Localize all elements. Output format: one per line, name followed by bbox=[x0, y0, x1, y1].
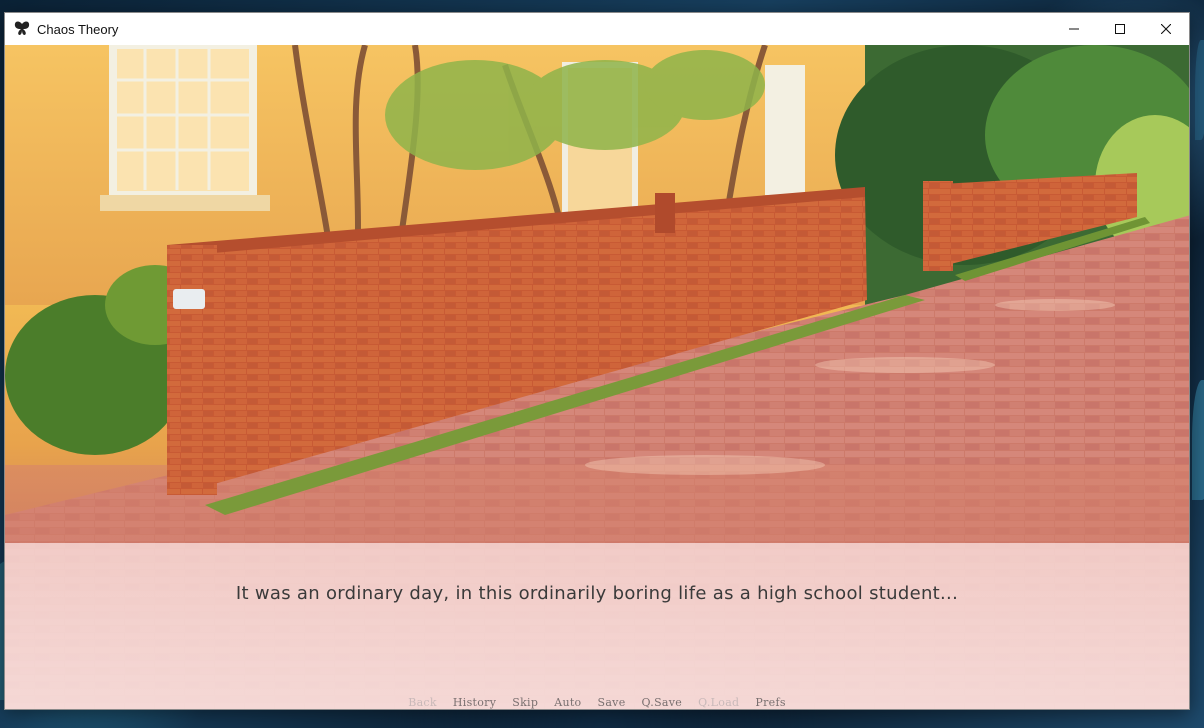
quick-menu-quick-load[interactable]: Q.Load bbox=[690, 696, 747, 709]
maximize-icon bbox=[1115, 24, 1125, 34]
dialogue-box[interactable]: It was an ordinary day, in this ordinari… bbox=[5, 543, 1189, 709]
close-button[interactable] bbox=[1143, 13, 1189, 45]
butterfly-icon bbox=[14, 21, 30, 35]
quick-menu-skip[interactable]: Skip bbox=[504, 696, 546, 709]
minimize-button[interactable] bbox=[1051, 13, 1097, 45]
quick-menu-history[interactable]: History bbox=[445, 696, 504, 709]
quick-menu-auto[interactable]: Auto bbox=[546, 696, 589, 709]
maximize-button[interactable] bbox=[1097, 13, 1143, 45]
desktop-wallpaper-leaf bbox=[1195, 40, 1204, 140]
title-bar[interactable]: Chaos Theory bbox=[5, 13, 1189, 45]
quick-menu-back[interactable]: Back bbox=[400, 696, 445, 709]
quick-menu-save[interactable]: Save bbox=[589, 696, 633, 709]
window-title: Chaos Theory bbox=[37, 21, 119, 37]
quick-menu: Back History Skip Auto Save Q.Save Q.Loa… bbox=[5, 696, 1189, 709]
background-scene[interactable]: It was an ordinary day, in this ordinari… bbox=[5, 45, 1189, 709]
close-icon bbox=[1161, 24, 1171, 34]
quick-menu-quick-save[interactable]: Q.Save bbox=[634, 696, 691, 709]
dialogue-text: It was an ordinary day, in this ordinari… bbox=[235, 583, 959, 604]
desktop-wallpaper-leaf bbox=[1192, 380, 1204, 500]
window-controls bbox=[1051, 13, 1189, 45]
game-window: Chaos Theory It was an ordinary day, in … bbox=[4, 12, 1190, 710]
minimize-icon bbox=[1069, 28, 1079, 30]
quick-menu-prefs[interactable]: Prefs bbox=[747, 696, 793, 709]
